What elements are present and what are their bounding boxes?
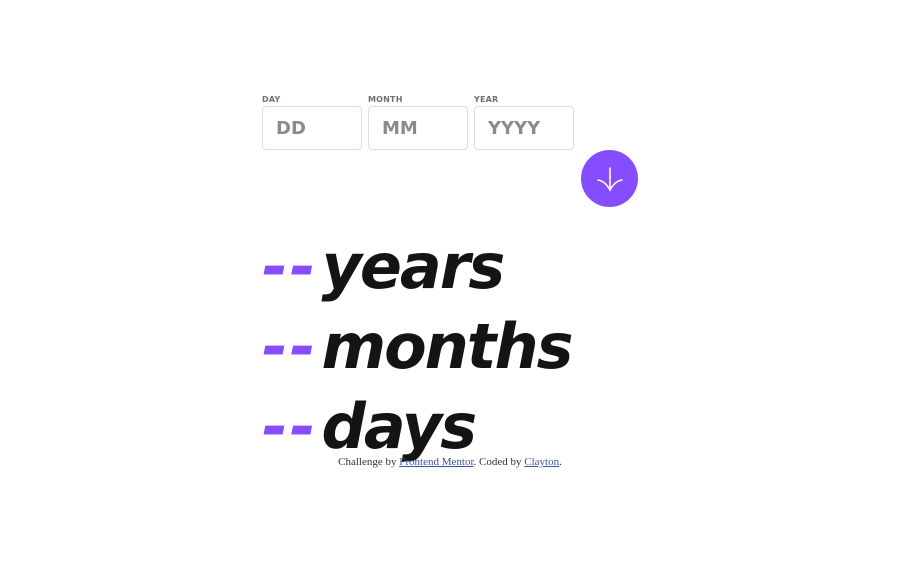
- years-value: --: [262, 230, 318, 303]
- years-unit: years: [321, 230, 505, 303]
- submit-button[interactable]: [581, 150, 638, 207]
- days-value: --: [262, 390, 318, 463]
- day-field-group: DAY: [262, 94, 362, 150]
- month-input[interactable]: [368, 106, 468, 150]
- attribution-suffix: .: [559, 456, 562, 468]
- frontend-mentor-link[interactable]: Frontend Mentor: [399, 456, 473, 468]
- months-result: --months: [262, 307, 574, 387]
- month-label: MONTH: [368, 95, 403, 104]
- attribution: Challenge by Frontend Mentor. Coded by C…: [0, 456, 900, 468]
- months-unit: months: [321, 310, 573, 383]
- days-result: --days: [262, 387, 572, 467]
- months-value: --: [262, 310, 318, 383]
- year-input[interactable]: [474, 106, 574, 150]
- month-field-group: MONTH: [368, 94, 468, 150]
- day-label: DAY: [262, 95, 281, 104]
- author-link[interactable]: Clayton: [524, 456, 559, 468]
- results-panel: --years --months --days: [262, 227, 574, 467]
- years-result: --years: [262, 227, 572, 307]
- day-input[interactable]: [262, 106, 362, 150]
- year-field-group: YEAR: [474, 94, 574, 150]
- submit-row: [262, 150, 642, 208]
- days-unit: days: [321, 390, 477, 463]
- arrow-down-icon: [596, 166, 623, 192]
- attribution-prefix: Challenge by: [338, 456, 400, 468]
- date-input-form: DAY MONTH YEAR: [262, 94, 642, 150]
- year-label: YEAR: [474, 95, 499, 104]
- age-calculator-card: DAY MONTH YEAR --years --months --days: [262, 94, 642, 463]
- attribution-middle: . Coded by: [473, 456, 525, 468]
